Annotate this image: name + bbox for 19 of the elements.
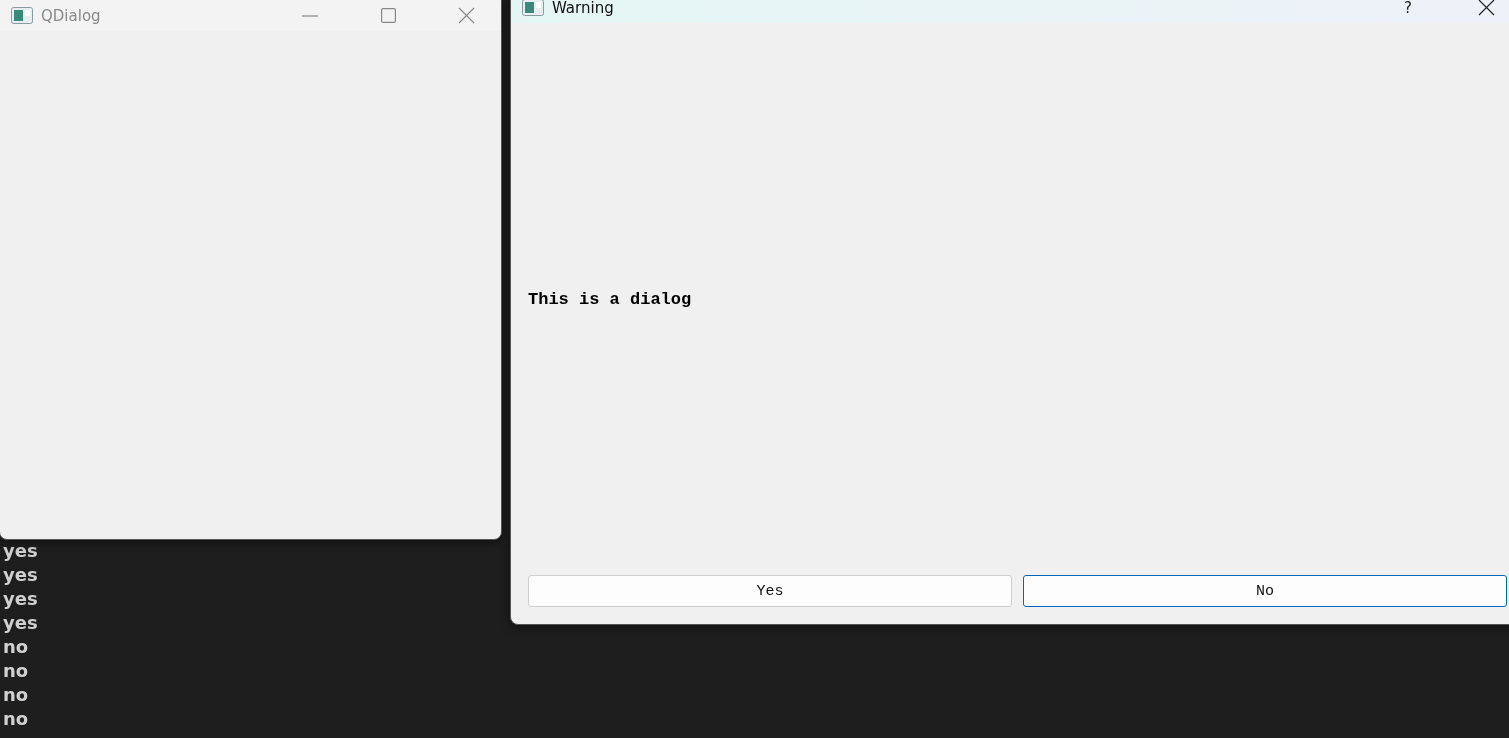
terminal-line: yes — [3, 563, 38, 587]
window-title: Warning — [552, 0, 615, 17]
terminal-line: yes — [3, 539, 38, 563]
message-text: This is a dialog — [528, 289, 692, 309]
terminal-line: yes — [3, 611, 38, 635]
help-button[interactable]: ? — [1373, 0, 1443, 17]
app-icon — [11, 7, 33, 24]
close-icon[interactable] — [1477, 0, 1495, 16]
terminal-line: no — [3, 659, 29, 683]
window-title: QDialog — [41, 6, 102, 25]
dialog-button[interactable]: No — [1023, 575, 1507, 607]
terminal-line: no — [3, 707, 29, 731]
terminal-line: yes — [3, 587, 38, 611]
maximize-icon[interactable] — [380, 8, 396, 23]
minimize-icon[interactable] — [302, 14, 318, 17]
dialog-button[interactable]: Yes — [528, 575, 1012, 607]
terminal-line: no — [3, 683, 29, 707]
terminal-line: no — [3, 635, 29, 659]
app-icon — [522, 0, 544, 16]
